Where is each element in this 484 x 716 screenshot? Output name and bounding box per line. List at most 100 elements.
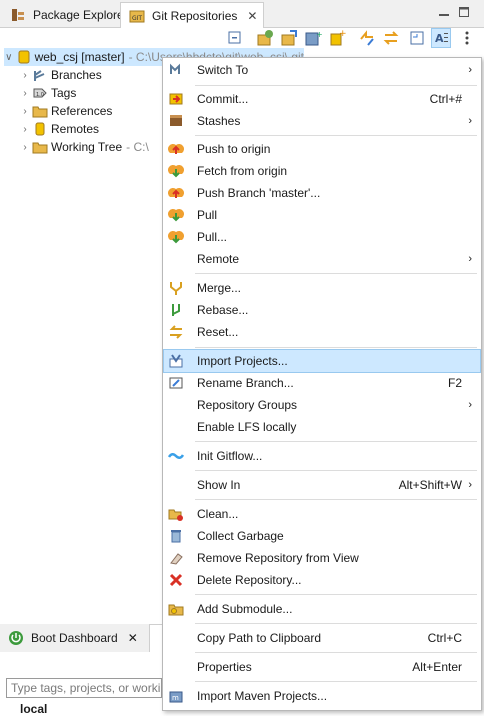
clean-icon [168, 506, 184, 522]
remotes-icon [32, 121, 48, 137]
submenu-arrow-icon: › [468, 253, 472, 265]
svg-text:+: + [316, 30, 322, 39]
close-tab-icon[interactable]: ✕ [128, 631, 138, 645]
menu-item-merge[interactable]: Merge... [164, 277, 480, 299]
menu-item-add-submodule[interactable]: Add Submodule... [164, 598, 480, 620]
repo-icon [16, 49, 32, 65]
menu-item-collect-garbage[interactable]: Collect Garbage [164, 525, 480, 547]
gitflow-icon [167, 448, 185, 464]
svg-text:GIT: GIT [132, 15, 142, 22]
link-with-selection-icon[interactable] [358, 29, 376, 47]
menu-separator [195, 681, 477, 682]
svg-text:+: + [339, 29, 346, 39]
tree-item-remotes[interactable]: › Remotes [20, 120, 99, 138]
menu-item-stashes[interactable]: Stashes › [164, 110, 480, 132]
maximize-icon[interactable] [458, 6, 470, 18]
submenu-arrow-icon: › [468, 399, 472, 411]
svg-text:1.0: 1.0 [36, 92, 44, 98]
menu-item-init-gitflow[interactable]: Init Gitflow... [164, 445, 480, 467]
close-tab-icon[interactable]: ✕ [247, 9, 257, 23]
minimize-icon[interactable] [438, 6, 450, 18]
menu-item-import-maven-projects[interactable]: m Import Maven Projects... [164, 685, 480, 707]
menu-item-rebase[interactable]: Rebase... [164, 299, 480, 321]
tree-item-tags[interactable]: › 1.0 Tags [20, 84, 76, 102]
merge-icon [168, 280, 184, 296]
stash-icon [168, 113, 184, 129]
rename-icon [168, 375, 184, 391]
power-icon [8, 630, 24, 646]
push-branch-icon [168, 185, 184, 201]
tab-git-repositories[interactable]: GIT Git Repositories ✕ [120, 2, 265, 29]
tree-item-branches[interactable]: › Branches [20, 66, 101, 84]
rebase-icon [168, 302, 184, 318]
chevron-right-icon[interactable]: › [20, 70, 30, 81]
menu-item-pull[interactable]: Pull [164, 204, 480, 226]
tab-boot-dashboard[interactable]: Boot Dashboard ✕ [0, 624, 150, 652]
collapse-all-icon[interactable] [226, 29, 244, 47]
refresh-icon[interactable] [382, 29, 400, 47]
menu-separator [195, 470, 477, 471]
tags-icon: 1.0 [32, 85, 48, 101]
menu-item-commit[interactable]: Commit... Ctrl+# [164, 88, 480, 110]
menu-item-reset[interactable]: Reset... [164, 321, 480, 343]
menu-item-push-to-origin[interactable]: Push to origin [164, 138, 480, 160]
menu-item-clean[interactable]: Clean... [164, 503, 480, 525]
menu-separator [195, 135, 477, 136]
chevron-right-icon[interactable]: › [20, 142, 30, 153]
view-menu-icon[interactable] [458, 29, 476, 47]
submenu-arrow-icon: › [468, 479, 472, 491]
menu-item-copy-path[interactable]: Copy Path to Clipboard Ctrl+C [164, 627, 480, 649]
branches-icon [32, 67, 48, 83]
menu-item-repository-groups[interactable]: Repository Groups › [164, 394, 480, 416]
menu-item-show-in[interactable]: Show In Alt+Shift+W › [164, 474, 480, 496]
garbage-icon [168, 528, 184, 544]
clone-repo-icon[interactable] [280, 29, 298, 47]
import-icon [168, 353, 184, 369]
toggle-view-icon[interactable] [408, 29, 426, 47]
switch-icon [168, 62, 184, 78]
menu-item-push-branch[interactable]: Push Branch 'master'... [164, 182, 480, 204]
dashboard-filter-input[interactable]: Type tags, projects, or working set name… [6, 678, 162, 698]
menu-item-fetch-from-origin[interactable]: Fetch from origin [164, 160, 480, 182]
menu-item-remote[interactable]: Remote › [164, 248, 480, 270]
commit-icon [168, 91, 184, 107]
maven-import-icon: m [168, 688, 184, 704]
menu-separator [195, 499, 477, 500]
menu-item-import-projects[interactable]: Import Projects... [163, 349, 481, 373]
new-repo-icon[interactable]: + [328, 29, 347, 47]
chevron-right-icon[interactable]: › [20, 124, 30, 135]
menu-item-switch-to[interactable]: Switch To › [164, 59, 480, 81]
context-menu: Switch To › Commit... Ctrl+# Stashes › P… [162, 57, 482, 711]
chevron-down-icon[interactable]: ∨ [4, 52, 14, 63]
menu-separator [195, 273, 477, 274]
pull-icon [168, 207, 184, 223]
chevron-right-icon[interactable]: › [20, 106, 30, 117]
menu-separator [195, 85, 477, 86]
menu-separator [195, 347, 477, 348]
chevron-right-icon[interactable]: › [20, 88, 30, 99]
delete-icon [168, 572, 184, 588]
tree-item-working-tree[interactable]: › Working Tree - C:\ [20, 138, 148, 156]
show-labels-icon[interactable]: A [431, 28, 451, 48]
menu-item-remove-repository[interactable]: Remove Repository from View [164, 547, 480, 569]
folder-icon [32, 139, 48, 155]
view-toolbar: + + A [0, 28, 484, 50]
menu-item-properties[interactable]: Properties Alt+Enter [164, 656, 480, 678]
pull-dialog-icon [168, 229, 184, 245]
submodule-icon [168, 601, 184, 617]
folder-icon [32, 103, 48, 119]
menu-item-enable-lfs[interactable]: Enable LFS locally [164, 416, 480, 438]
menu-item-rename-branch[interactable]: Rename Branch... F2 [164, 372, 480, 394]
add-existing-repo-icon[interactable] [256, 29, 274, 47]
view-tab-bar: Package Explorer GIT Git Repositories ✕ [0, 0, 484, 29]
menu-separator [195, 441, 477, 442]
submenu-arrow-icon: › [468, 64, 472, 76]
menu-item-pull-dialog[interactable]: Pull... [164, 226, 480, 248]
create-repo-icon[interactable]: + [304, 29, 323, 47]
push-icon [168, 141, 184, 157]
reset-icon [168, 324, 184, 340]
menu-item-delete-repository[interactable]: Delete Repository... [164, 569, 480, 591]
tree-item-references[interactable]: › References [20, 102, 112, 120]
tab-package-explorer[interactable]: Package Explorer [2, 2, 134, 28]
git-repositories-icon: GIT [129, 8, 145, 24]
